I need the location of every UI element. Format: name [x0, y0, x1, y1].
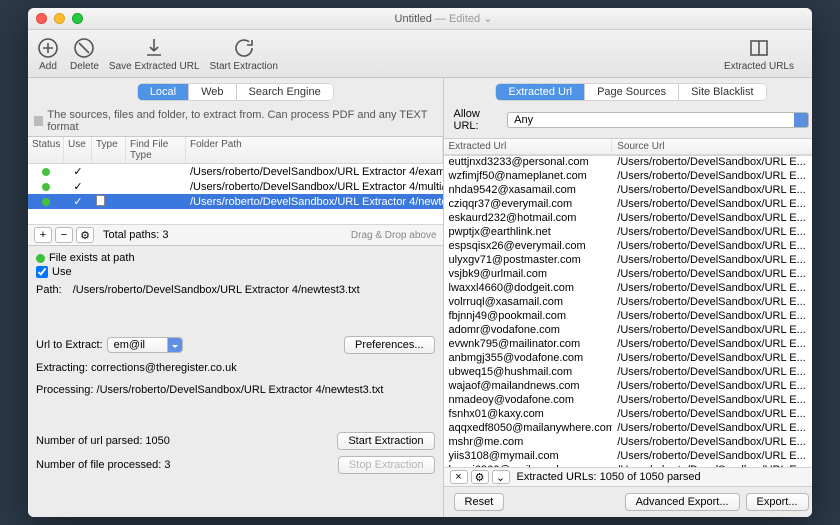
url-row[interactable]: cziqqr37@everymail.com/Users/roberto/Dev… — [444, 198, 812, 212]
src-col-type[interactable]: Type — [92, 137, 126, 163]
left-pane: LocalWebSearch Engine The sources, files… — [28, 78, 444, 517]
hint-row: The sources, files and folder, to extrac… — [28, 106, 443, 136]
right-tab-extracted-url[interactable]: Extracted Url — [496, 84, 584, 100]
source-tab-search-engine[interactable]: Search Engine — [236, 84, 333, 100]
url-down-button[interactable]: ⌄ — [492, 470, 510, 484]
url-row[interactable]: volrruql@xasamail.com/Users/roberto/Deve… — [444, 296, 812, 310]
src-col-use[interactable]: Use — [64, 137, 92, 163]
source-tabs: LocalWebSearch Engine — [138, 84, 333, 100]
hint-icon — [34, 116, 43, 126]
allow-url-select[interactable]: Any — [507, 112, 808, 128]
advanced-export-button[interactable]: Advanced Export... — [625, 493, 740, 511]
source-tab-local[interactable]: Local — [138, 84, 188, 100]
right-pane: Extracted UrlPage SourcesSite Blacklist … — [444, 78, 812, 517]
url-col-extracted-url[interactable]: Extracted Url — [444, 139, 613, 155]
start-extraction-button[interactable]: Start Extraction — [210, 36, 278, 72]
src-col-folder-path[interactable]: Folder Path — [186, 137, 443, 163]
hint-text: The sources, files and folder, to extrac… — [47, 109, 436, 133]
url-row[interactable]: adomr@vodafone.com/Users/roberto/DevelSa… — [444, 324, 812, 338]
use-label: Use — [52, 266, 72, 278]
url-kind-combo[interactable]: em@il — [107, 337, 183, 353]
window-title: Untitled — Edited ⌄ — [83, 12, 804, 25]
url-row[interactable]: lwaxxl4660@dodgeit.com/Users/roberto/Dev… — [444, 282, 812, 296]
url-row[interactable]: ubweq15@hushmail.com/Users/roberto/Devel… — [444, 366, 812, 380]
preferences-button[interactable]: Preferences... — [344, 336, 434, 354]
extracting-label: Extracting: corrections@theregister.co.u… — [36, 362, 237, 374]
url-row[interactable]: euttjnxd3233@personal.com/Users/roberto/… — [444, 156, 812, 170]
path-label: Path: — [36, 284, 62, 296]
url-row[interactable]: fsnhx01@kaxy.com/Users/roberto/DevelSand… — [444, 408, 812, 422]
url-gear-button[interactable]: ⚙︎ — [471, 470, 489, 484]
source-row[interactable]: ✓/Users/roberto/DevelSandbox/URL Extract… — [28, 179, 443, 194]
drag-drop-hint: Drag & Drop above — [351, 230, 437, 241]
extracted-urls-button[interactable]: Extracted URLs — [724, 36, 794, 72]
right-tab-site-blacklist[interactable]: Site Blacklist — [678, 84, 765, 100]
minimize-icon[interactable] — [54, 13, 65, 24]
total-paths-label: Total paths: 3 — [103, 229, 168, 241]
url-row[interactable]: fbjnnj49@pookmail.com/Users/roberto/Deve… — [444, 310, 812, 324]
url-row[interactable]: ulyxgv71@postmaster.com/Users/roberto/De… — [444, 254, 812, 268]
url-status-label: Extracted URLs: 1050 of 1050 parsed — [517, 471, 701, 483]
save-extracted-button[interactable]: Save Extracted URL — [109, 36, 200, 72]
close-icon[interactable] — [36, 13, 47, 24]
processing-label: Processing: /Users/roberto/DevelSandbox/… — [36, 384, 383, 396]
extracted-body[interactable]: euttjnxd3233@personal.com/Users/roberto/… — [444, 156, 812, 467]
source-row[interactable]: ✓/Users/roberto/DevelSandbox/URL Extract… — [28, 194, 443, 209]
url-row[interactable]: mshr@me.com/Users/roberto/DevelSandbox/U… — [444, 436, 812, 450]
file-exists-icon — [36, 254, 45, 263]
url-to-extract-label: Url to Extract: — [36, 339, 103, 351]
url-row[interactable]: yiis3108@mymail.com/Users/roberto/DevelS… — [444, 450, 812, 464]
toolbar: Add Delete Save Extracted URL Start Extr… — [28, 30, 812, 78]
url-row[interactable]: aqqxedf8050@mailanywhere.com/Users/rober… — [444, 422, 812, 436]
stop-extraction-button[interactable]: Stop Extraction — [338, 456, 435, 474]
delete-button[interactable]: Delete — [70, 36, 99, 72]
use-checkbox[interactable] — [36, 266, 48, 278]
url-row[interactable]: nhda9542@xasamail.com/Users/roberto/Deve… — [444, 184, 812, 198]
path-value: /Users/roberto/DevelSandbox/URL Extracto… — [73, 284, 360, 296]
right-tabs: Extracted UrlPage SourcesSite Blacklist — [496, 84, 765, 100]
app-window: Untitled — Edited ⌄ Add Delete Save Extr… — [28, 8, 812, 517]
source-tab-web[interactable]: Web — [188, 84, 235, 100]
titlebar[interactable]: Untitled — Edited ⌄ — [28, 8, 812, 30]
right-tab-page-sources[interactable]: Page Sources — [584, 84, 678, 100]
start-extraction-btn2[interactable]: Start Extraction — [337, 432, 434, 450]
url-action1-button[interactable]: × — [450, 470, 468, 484]
url-col-source-url[interactable]: Source Url — [612, 139, 812, 155]
source-row[interactable]: ✓/Users/roberto/DevelSandbox/URL Extract… — [28, 164, 443, 179]
url-row[interactable]: wzfimjf50@nameplanet.com/Users/roberto/D… — [444, 170, 812, 184]
allow-url-label: Allow URL: — [454, 108, 500, 132]
zoom-icon[interactable] — [72, 13, 83, 24]
export-button[interactable]: Export... — [746, 493, 809, 511]
url-row[interactable]: wajaof@mailandnews.com/Users/roberto/Dev… — [444, 380, 812, 394]
url-row[interactable]: eskaurd232@hotmail.com/Users/roberto/Dev… — [444, 212, 812, 226]
parsed-count-label: Number of url parsed: 1050 — [36, 435, 170, 447]
url-row[interactable]: vsjbk9@urlmail.com/Users/roberto/DevelSa… — [444, 268, 812, 282]
src-col-status[interactable]: Status — [28, 137, 64, 163]
add-source-button[interactable]: + — [34, 227, 52, 243]
sources-footer: + − ⚙︎ Total paths: 3 Drag & Drop above — [28, 224, 443, 245]
url-row[interactable]: evwnk795@mailinator.com/Users/roberto/De… — [444, 338, 812, 352]
file-exists-label: File exists at path — [49, 252, 135, 264]
sources-table: StatusUseTypeFind File TypeFolder Path ✓… — [28, 136, 443, 246]
add-button[interactable]: Add — [36, 36, 60, 72]
file-count-label: Number of file processed: 3 — [36, 459, 171, 471]
url-row[interactable]: espsqisx26@everymail.com/Users/roberto/D… — [444, 240, 812, 254]
url-row[interactable]: anbmgj355@vodafone.com/Users/roberto/Dev… — [444, 352, 812, 366]
remove-source-button[interactable]: − — [55, 227, 73, 243]
extracted-table: Extracted UrlSource Url euttjnxd3233@per… — [444, 138, 812, 487]
source-action-button[interactable]: ⚙︎ — [76, 227, 94, 243]
src-col-find-file-type[interactable]: Find File Type — [126, 137, 186, 163]
reset-button[interactable]: Reset — [454, 493, 505, 511]
url-row[interactable]: nmadeoy@vodafone.com/Users/roberto/Devel… — [444, 394, 812, 408]
url-row[interactable]: pwptjx@earthlink.net/Users/roberto/Devel… — [444, 226, 812, 240]
